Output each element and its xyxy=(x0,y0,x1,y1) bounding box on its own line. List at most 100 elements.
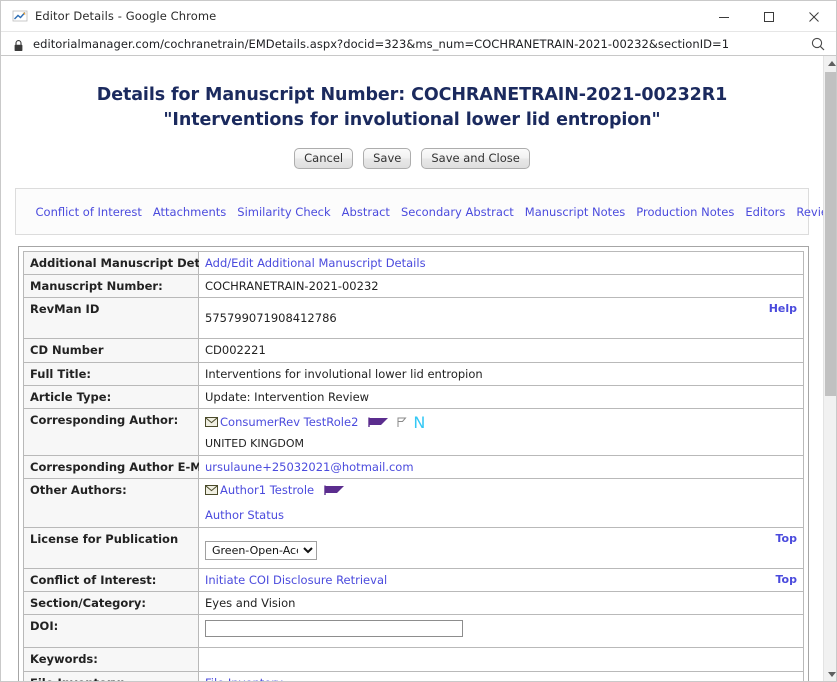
nav-link-production-notes[interactable]: Production Notes xyxy=(636,205,734,219)
nav-link-manuscript-notes[interactable]: Manuscript Notes xyxy=(525,205,625,219)
row-label-revman-id: RevMan ID xyxy=(24,298,199,339)
window-title-text: Editor Details - Google Chrome xyxy=(35,9,216,23)
corresponding-author-country: UNITED KINGDOM xyxy=(205,436,797,452)
page-title: Details for Manuscript Number: COCHRANET… xyxy=(33,83,791,133)
envelope-icon[interactable] xyxy=(205,415,218,425)
row-label-corresponding-email: Corresponding Author E-Mail: xyxy=(24,455,199,478)
document-body: Details for Manuscript Number: COCHRANET… xyxy=(1,83,823,682)
row-value-corresponding-author: ConsumerRev TestRole2 xyxy=(199,409,804,455)
lock-icon xyxy=(13,37,24,50)
row-value-doi xyxy=(199,615,804,648)
flag-icon[interactable] xyxy=(368,416,390,428)
table-row: Corresponding Author E-Mail: ursulaune+2… xyxy=(24,455,804,478)
row-label-full-title: Full Title: xyxy=(24,362,199,385)
row-value-additional-details: Add/Edit Additional Manuscript Details xyxy=(199,251,804,274)
minimize-button[interactable] xyxy=(701,1,746,32)
top-link[interactable]: Top xyxy=(776,531,797,547)
table-row: Article Type: Update: Intervention Revie… xyxy=(24,386,804,409)
nav-link-attachments[interactable]: Attachments xyxy=(153,205,226,219)
window-controls xyxy=(701,1,836,32)
scroll-up-arrow-icon[interactable] xyxy=(824,56,837,71)
envelope-icon[interactable] xyxy=(205,483,218,493)
row-value-revman-id: Help 575799071908412786 xyxy=(199,298,804,339)
table-row: Corresponding Author: ConsumerRev TestRo… xyxy=(24,409,804,455)
nav-link-editors[interactable]: Editors xyxy=(745,205,785,219)
row-label-cd-number: CD Number xyxy=(24,339,199,362)
flag-outline-icon[interactable] xyxy=(396,416,407,428)
nav-link-reviewers[interactable]: Reviewers xyxy=(796,205,823,219)
page-vertical-scrollbar[interactable] xyxy=(823,56,837,682)
row-label-license: License for Publication xyxy=(24,527,199,568)
cancel-button[interactable]: Cancel xyxy=(294,148,353,170)
other-author-link[interactable]: Author1 Testrole xyxy=(220,483,314,497)
nav-link-conflict-of-interest[interactable]: Conflict of Interest xyxy=(36,205,142,219)
row-label-manuscript-number: Manuscript Number: xyxy=(24,275,199,298)
table-row: File Inventory: File Inventory xyxy=(24,671,804,682)
table-row: CD Number CD002221 xyxy=(24,339,804,362)
revman-id-value: 575799071908412786 xyxy=(205,311,337,325)
table-row: License for Publication Top Green-Open-A… xyxy=(24,527,804,568)
table-row: DOI: xyxy=(24,615,804,648)
table-row: Conflict of Interest: Top Initiate COI D… xyxy=(24,568,804,591)
table-row: Manuscript Number: COCHRANETRAIN-2021-00… xyxy=(24,275,804,298)
table-row: Full Title: Interventions for involution… xyxy=(24,362,804,385)
corresponding-author-link[interactable]: ConsumerRev TestRole2 xyxy=(220,415,358,429)
scrollbar-thumb[interactable] xyxy=(825,72,837,396)
page-viewport: Details for Manuscript Number: COCHRANET… xyxy=(1,56,837,682)
row-value-license: Top Green-Open-Access xyxy=(199,527,804,568)
url-text: editorialmanager.com/cochranetrain/EMDet… xyxy=(33,37,729,51)
row-value-conflict-of-interest: Top Initiate COI Disclosure Retrieval xyxy=(199,568,804,591)
table-row: Section/Category: Eyes and Vision xyxy=(24,592,804,615)
row-value-file-inventory: File Inventory xyxy=(199,671,804,682)
add-edit-additional-details-link[interactable]: Add/Edit Additional Manuscript Details xyxy=(205,256,426,270)
corresponding-author-email-link[interactable]: ursulaune+25032021@hotmail.com xyxy=(205,460,414,474)
row-label-other-authors: Other Authors: xyxy=(24,479,199,528)
row-value-manuscript-number: COCHRANETRAIN-2021-00232 xyxy=(199,275,804,298)
doi-input[interactable] xyxy=(205,620,463,637)
maximize-button[interactable] xyxy=(746,1,791,32)
address-bar[interactable]: editorialmanager.com/cochranetrain/EMDet… xyxy=(1,32,836,56)
manuscript-details-panel: Additional Manuscript Details: Add/Edit … xyxy=(18,246,809,682)
table-row: RevMan ID Help 575799071908412786 xyxy=(24,298,804,339)
section-nav-links: Conflict of Interest Attachments Similarit… xyxy=(15,188,809,234)
table-row: Other Authors: Author1 Testrole xyxy=(24,479,804,528)
row-value-full-title: Interventions for involutional lower lid… xyxy=(199,362,804,385)
nav-link-abstract[interactable]: Abstract xyxy=(342,205,390,219)
save-button[interactable]: Save xyxy=(363,148,411,170)
chart-favicon-icon xyxy=(12,8,28,24)
row-label-conflict-of-interest: Conflict of Interest: xyxy=(24,568,199,591)
scroll-down-arrow-icon[interactable] xyxy=(824,667,837,682)
top-link[interactable]: Top xyxy=(776,572,797,588)
close-button[interactable] xyxy=(791,1,836,32)
file-inventory-link[interactable]: File Inventory xyxy=(205,676,283,682)
row-label-doi: DOI: xyxy=(24,615,199,648)
flag-icon[interactable] xyxy=(324,484,346,496)
chrome-browser-window: Editor Details - Google Chrome editorial… xyxy=(0,0,837,682)
action-button-row: Cancel Save Save and Close xyxy=(1,148,823,170)
initiate-coi-disclosure-link[interactable]: Initiate COI Disclosure Retrieval xyxy=(205,573,387,587)
license-select[interactable]: Green-Open-Access xyxy=(205,541,317,560)
nav-link-similarity-check[interactable]: Similarity Check xyxy=(237,205,330,219)
author-status-link[interactable]: Author Status xyxy=(205,508,284,522)
row-value-section-category: Eyes and Vision xyxy=(199,592,804,615)
new-author-badge: N xyxy=(413,413,425,432)
row-label-section-category: Section/Category: xyxy=(24,592,199,615)
nav-link-secondary-abstract[interactable]: Secondary Abstract xyxy=(401,205,514,219)
zoom-search-icon[interactable] xyxy=(810,36,826,52)
row-value-other-authors: Author1 Testrole Author Status xyxy=(199,479,804,528)
table-row: Additional Manuscript Details: Add/Edit … xyxy=(24,251,804,274)
row-value-article-type: Update: Intervention Review xyxy=(199,386,804,409)
row-value-cd-number: CD002221 xyxy=(199,339,804,362)
save-and-close-button[interactable]: Save and Close xyxy=(421,148,530,170)
manuscript-details-table: Additional Manuscript Details: Add/Edit … xyxy=(23,251,804,682)
window-title-bar: Editor Details - Google Chrome xyxy=(1,1,836,32)
row-value-keywords xyxy=(199,648,804,671)
row-label-article-type: Article Type: xyxy=(24,386,199,409)
page-content-area: Details for Manuscript Number: COCHRANET… xyxy=(1,56,823,682)
row-label-additional-details: Additional Manuscript Details: xyxy=(24,251,199,274)
row-label-corresponding-author: Corresponding Author: xyxy=(24,409,199,455)
help-link[interactable]: Help xyxy=(769,301,797,317)
table-row: Keywords: xyxy=(24,648,804,671)
row-label-keywords: Keywords: xyxy=(24,648,199,671)
row-label-file-inventory: File Inventory: xyxy=(24,671,199,682)
